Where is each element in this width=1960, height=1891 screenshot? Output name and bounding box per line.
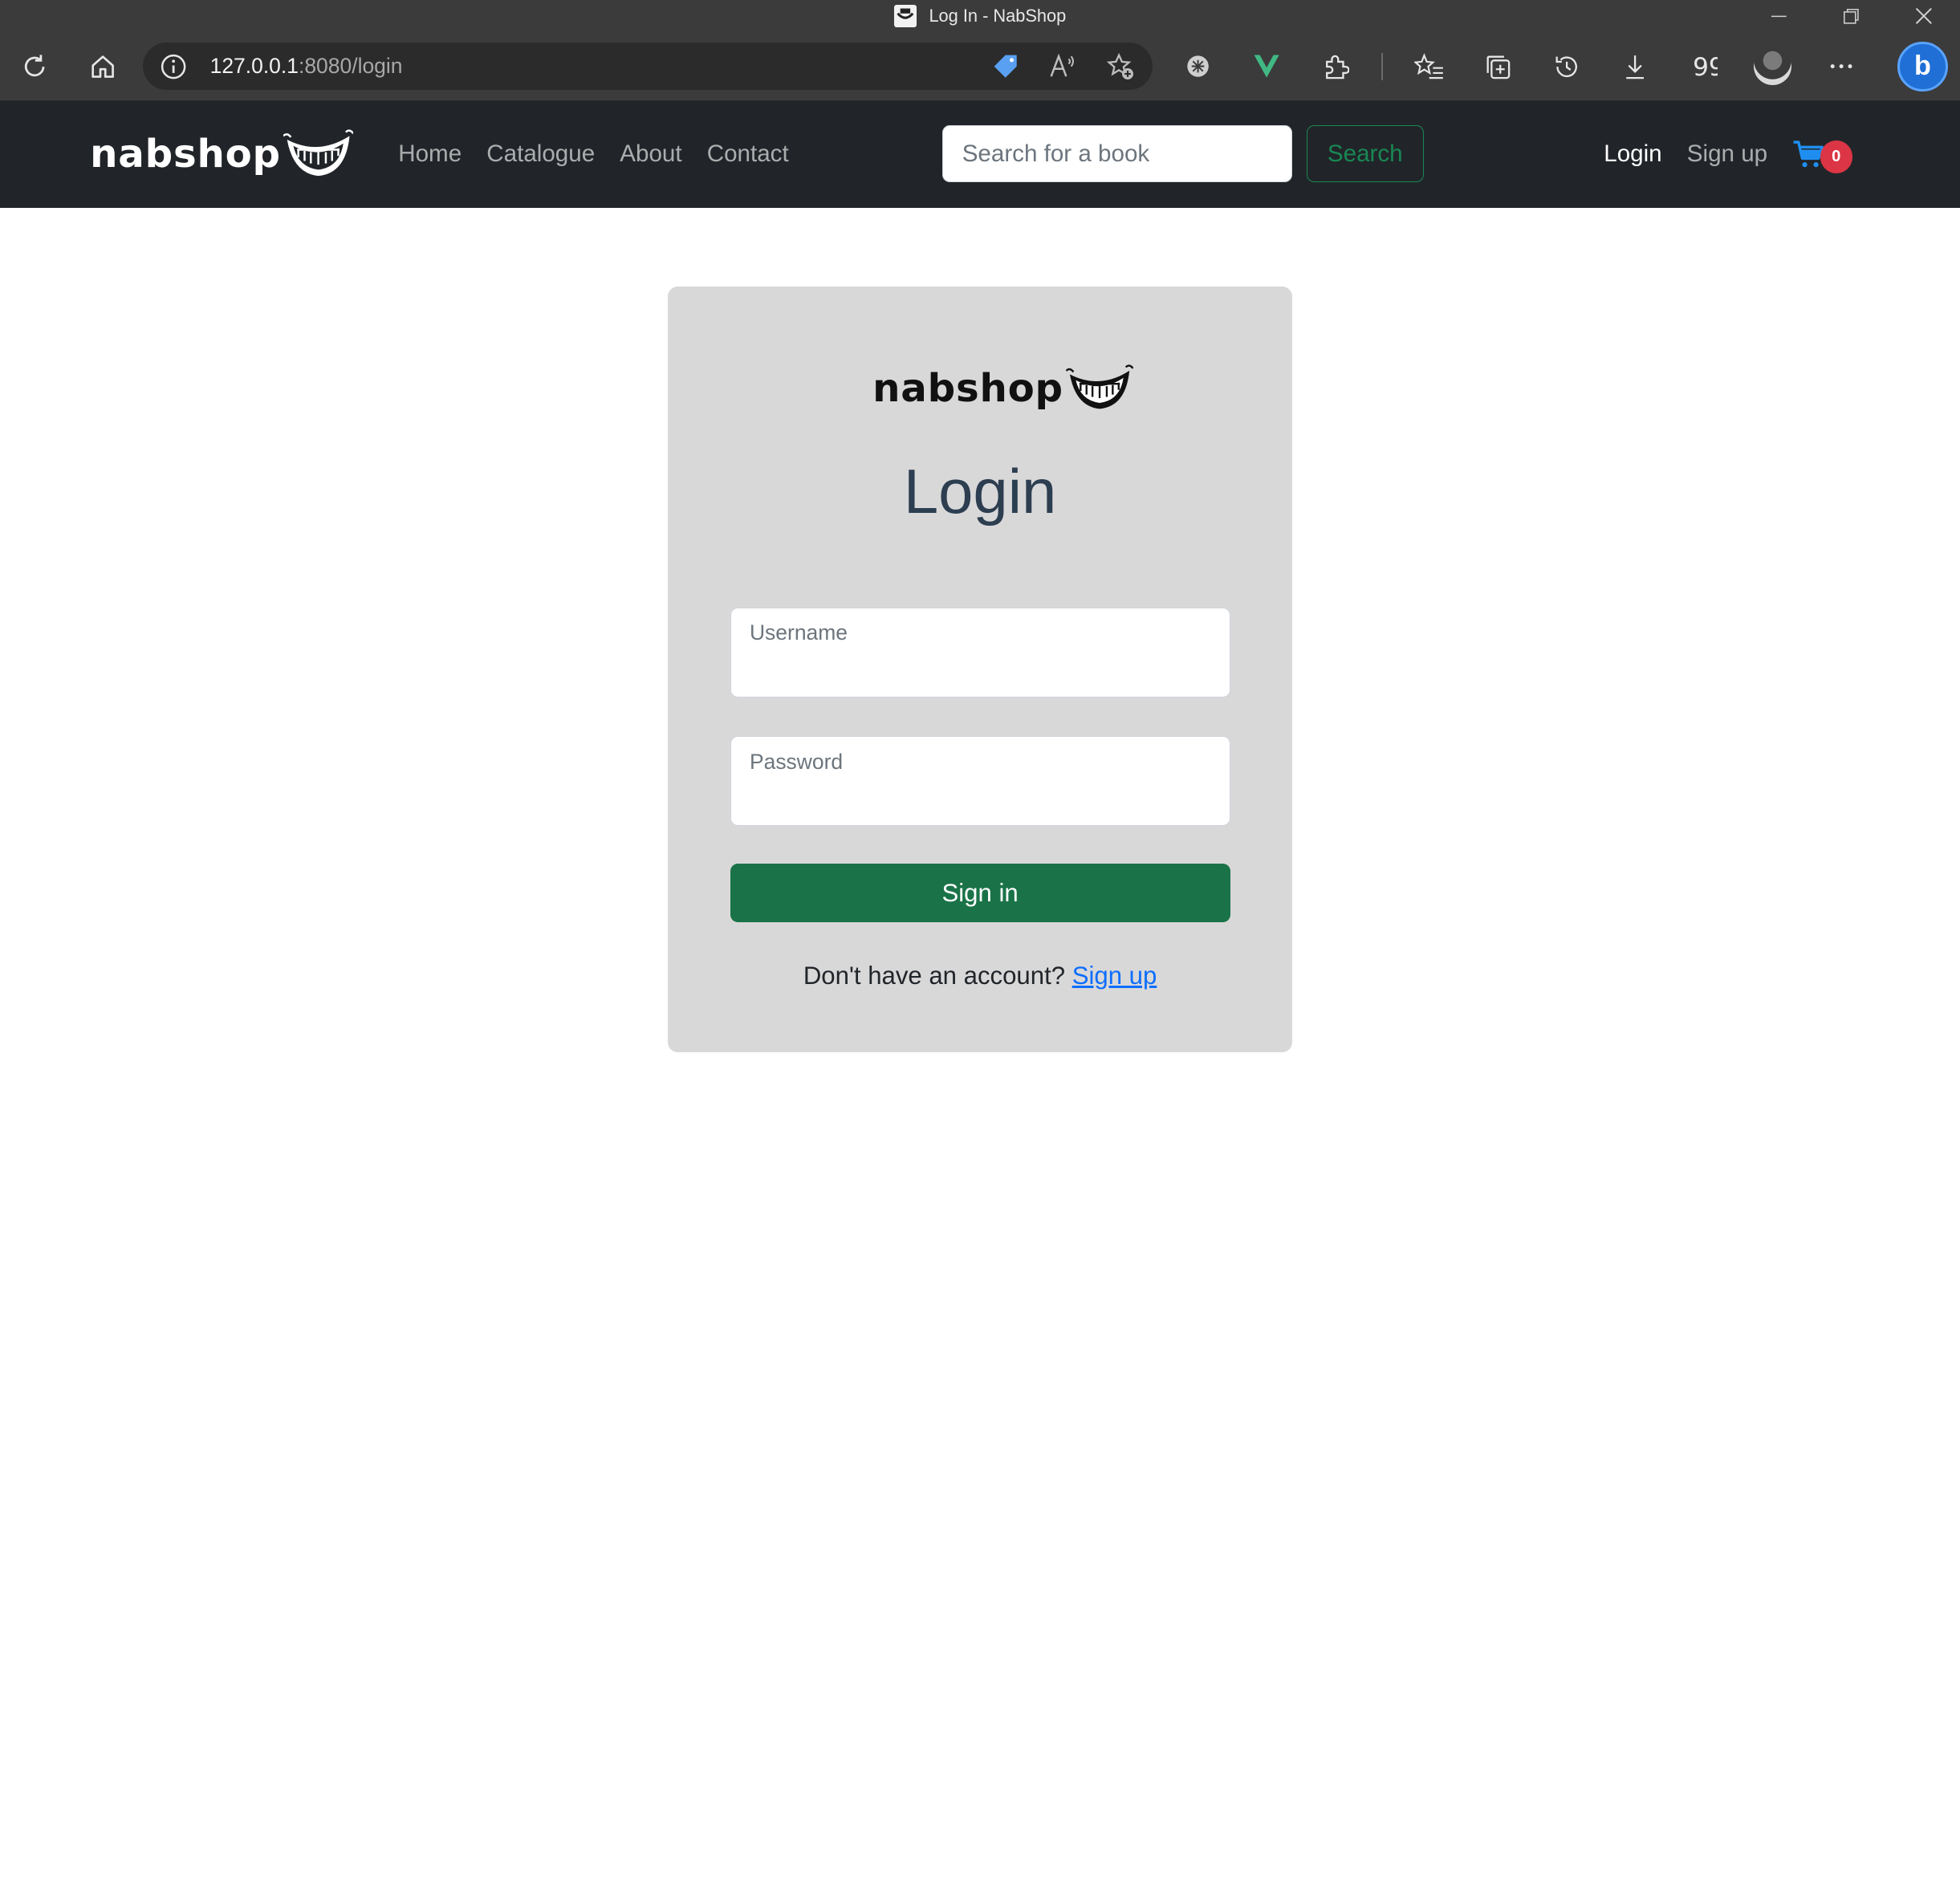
toolbar-separator	[1381, 52, 1383, 80]
site-navbar: nabshop Home Catalogue About Contact Sea…	[0, 101, 1960, 208]
nav-account: Login Sign up 0	[1604, 101, 1857, 207]
site-favicon-icon	[893, 5, 917, 28]
search-input[interactable]	[942, 124, 1293, 183]
nav-contact[interactable]: Contact	[707, 140, 789, 168]
password-label: Password	[749, 749, 844, 774]
extensions-puzzle-icon[interactable]	[1313, 44, 1358, 89]
history-icon[interactable]	[1544, 44, 1589, 89]
username-input[interactable]	[749, 653, 1211, 689]
add-favorite-icon[interactable]	[1105, 51, 1135, 81]
card-brand-text: nabshop	[872, 366, 1063, 412]
card-brand-logo: nabshop	[872, 364, 1134, 413]
close-icon[interactable]	[1888, 0, 1960, 32]
window-controls	[1742, 0, 1960, 32]
favorites-icon[interactable]	[1406, 44, 1451, 89]
search-form: Search	[942, 124, 1424, 183]
password-field[interactable]: Password	[730, 736, 1230, 827]
minimize-icon[interactable]	[1742, 0, 1815, 32]
vue-devtools-icon[interactable]	[1244, 44, 1289, 89]
nav-signup-link[interactable]: Sign up	[1687, 140, 1767, 168]
browser-extensions: 99 b	[1175, 41, 1948, 92]
nav-login-link[interactable]: Login	[1604, 140, 1661, 168]
info-icon[interactable]	[160, 53, 187, 80]
username-label: Username	[749, 620, 848, 645]
browser-toolbar: 127.0.0.1:8080/login 9 b	[0, 32, 1960, 102]
home-icon[interactable]	[80, 44, 125, 89]
downloads-icon[interactable]	[1612, 44, 1657, 89]
nav-links: Home Catalogue About Contact	[398, 140, 788, 168]
url-host: 127.0.0.1	[209, 54, 299, 79]
signup-prompt: Don't have an account? Sign up	[668, 962, 1293, 990]
collections-icon[interactable]	[1475, 44, 1520, 89]
smile-logo-icon	[283, 128, 354, 181]
more-menu-icon[interactable]	[1819, 44, 1864, 89]
password-input[interactable]	[749, 782, 1211, 818]
login-card: nabshop Login Username Password Sign in …	[667, 286, 1293, 1053]
bing-copilot-icon[interactable]: b	[1897, 41, 1948, 92]
brand-logo[interactable]: nabshop	[90, 128, 354, 181]
nav-about[interactable]: About	[620, 140, 681, 168]
refresh-icon[interactable]	[13, 44, 58, 89]
browser-window: Log In - NabShop 127.0.0.1:8080/login 9…	[0, 0, 1960, 1214]
profile-avatar[interactable]	[1751, 44, 1795, 89]
coupon-tag-icon[interactable]	[990, 51, 1020, 81]
extension-circle-icon[interactable]	[1175, 44, 1220, 89]
url-path: :8080/login	[298, 54, 403, 79]
no-account-text: Don't have an account?	[803, 961, 1066, 990]
quote-extension-icon[interactable]: 99	[1681, 44, 1726, 89]
card-signup-link[interactable]: Sign up	[1072, 962, 1157, 990]
sign-in-button[interactable]: Sign in	[730, 864, 1230, 923]
brand-text: nabshop	[90, 132, 281, 177]
page-title: Login	[903, 457, 1057, 527]
nav-home[interactable]: Home	[398, 140, 462, 168]
card-smile-logo-icon	[1065, 364, 1134, 413]
window-title: Log In - NabShop	[929, 6, 1067, 26]
restore-icon[interactable]	[1816, 0, 1888, 32]
username-field[interactable]: Username	[730, 607, 1230, 698]
address-bar[interactable]: 127.0.0.1:8080/login	[142, 43, 1153, 91]
cart-count-badge: 0	[1820, 140, 1852, 173]
title-bar: Log In - NabShop	[0, 0, 1960, 33]
search-button[interactable]: Search	[1306, 124, 1424, 183]
svg-text:99: 99	[1693, 53, 1718, 80]
read-aloud-icon[interactable]	[1047, 51, 1077, 81]
nav-catalogue[interactable]: Catalogue	[486, 140, 595, 168]
cart-button[interactable]: 0	[1792, 138, 1857, 173]
